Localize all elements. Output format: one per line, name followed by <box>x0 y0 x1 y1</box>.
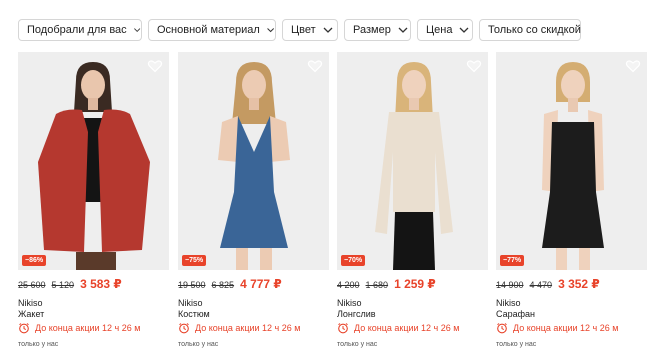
filter-color[interactable]: Цвет <box>282 19 338 41</box>
old-price: 1 680 <box>365 280 389 290</box>
product-photo[interactable]: −70% <box>337 52 488 270</box>
discount-badge: −77% <box>500 255 525 266</box>
garment-vest <box>234 116 274 192</box>
old-price: 25 600 <box>18 280 46 290</box>
discount-badge: −86% <box>22 255 47 266</box>
product-card[interactable]: −86% 25 600 5 120 3 583 ₽ Nikiso Жакет Д… <box>18 52 169 348</box>
promo-timer: До конца акции 12 ч 26 м <box>178 322 300 334</box>
exclusive-note: только у нас <box>18 341 59 348</box>
product-brand[interactable]: Nikiso <box>178 298 203 308</box>
filter-label: Цена <box>426 24 453 36</box>
current-price: 3 352 ₽ <box>558 277 600 291</box>
promo-timer: До конца акции 12 ч 26 м <box>337 322 459 334</box>
filter-recommended[interactable]: Подобрали для вас <box>18 19 142 41</box>
model-illustration <box>375 62 453 270</box>
promo-timer: До конца акции 12 ч 26 м <box>496 322 618 334</box>
promo-text: До конца акции 12 ч 26 м <box>195 323 301 333</box>
model-illustration <box>38 62 150 270</box>
filter-label: Размер <box>353 24 391 36</box>
product-type[interactable]: Костюм <box>178 309 210 319</box>
heart-icon[interactable] <box>147 58 163 74</box>
old-price: 4 200 <box>337 280 360 290</box>
garment-jacket-right <box>98 109 150 252</box>
filter-material[interactable]: Основной материал <box>148 19 276 41</box>
heart-icon[interactable] <box>307 58 323 74</box>
alarm-clock-icon <box>19 323 29 334</box>
product-photo[interactable]: −75% <box>178 52 329 270</box>
filter-label: Только со скидкой <box>488 24 581 36</box>
promo-timer: До конца акции 12 ч 26 м <box>18 322 140 334</box>
product-photo[interactable]: −77% <box>496 52 647 270</box>
alarm-clock-icon <box>179 323 189 334</box>
alarm-clock-icon <box>497 323 507 334</box>
garment-skirt <box>220 192 288 248</box>
product-card[interactable]: −77% 14 900 4 470 3 352 ₽ Nikiso Сарафан… <box>496 52 647 348</box>
chevron-down-icon <box>323 27 333 33</box>
promo-text: До конца акции 12 ч 26 м <box>35 323 141 333</box>
garment-jacket-left <box>38 109 88 252</box>
product-brand[interactable]: Nikiso <box>18 298 43 308</box>
discount-badge: −70% <box>341 255 366 266</box>
chevron-down-icon <box>459 27 469 33</box>
alarm-clock-icon <box>338 323 348 334</box>
model-illustration <box>542 62 604 270</box>
exclusive-note: только у нас <box>178 341 219 348</box>
old-price: 5 120 <box>51 280 75 290</box>
price-row: 4 200 1 680 1 259 ₽ <box>337 277 436 291</box>
old-price: 6 825 <box>211 280 235 290</box>
price-row: 25 600 5 120 3 583 ₽ <box>18 277 122 291</box>
current-price: 3 583 ₽ <box>80 277 122 291</box>
product-brand[interactable]: Nikiso <box>496 298 521 308</box>
filter-label: Цвет <box>291 24 316 36</box>
chevron-down-icon <box>133 28 140 33</box>
old-price: 14 900 <box>496 280 524 290</box>
filter-discount-only[interactable]: Только со скидкой <box>479 19 581 41</box>
chevron-down-icon <box>398 27 408 33</box>
exclusive-note: только у нас <box>496 341 537 348</box>
product-brand[interactable]: Nikiso <box>337 298 362 308</box>
promo-text: До конца акции 12 ч 26 м <box>513 323 619 333</box>
product-photo[interactable]: −86% <box>18 52 169 270</box>
price-row: 14 900 4 470 3 352 ₽ <box>496 277 600 291</box>
old-price: 19 500 <box>178 280 206 290</box>
current-price: 4 777 ₽ <box>240 277 282 291</box>
filter-size[interactable]: Размер <box>344 19 411 41</box>
promo-text: До конца акции 12 ч 26 м <box>354 323 460 333</box>
product-type[interactable]: Лонгслив <box>337 309 376 319</box>
filter-price[interactable]: Цена <box>417 19 473 41</box>
model-illustration <box>218 62 290 270</box>
exclusive-note: только у нас <box>337 341 378 348</box>
heart-icon[interactable] <box>466 58 482 74</box>
chevron-down-icon <box>266 28 274 33</box>
product-type[interactable]: Жакет <box>18 309 44 319</box>
product-card[interactable]: −75% 19 500 6 825 4 777 ₽ Nikiso Костюм … <box>178 52 329 348</box>
filter-label: Основной материал <box>157 24 260 36</box>
product-type[interactable]: Сарафан <box>496 309 535 319</box>
current-price: 1 259 ₽ <box>394 277 436 291</box>
filter-label: Подобрали для вас <box>27 24 127 36</box>
product-card[interactable]: −70% 4 200 1 680 1 259 ₽ Nikiso Лонгслив… <box>337 52 488 348</box>
discount-badge: −75% <box>182 255 207 266</box>
price-row: 19 500 6 825 4 777 ₽ <box>178 277 282 291</box>
old-price: 4 470 <box>529 280 553 290</box>
heart-icon[interactable] <box>625 58 641 74</box>
